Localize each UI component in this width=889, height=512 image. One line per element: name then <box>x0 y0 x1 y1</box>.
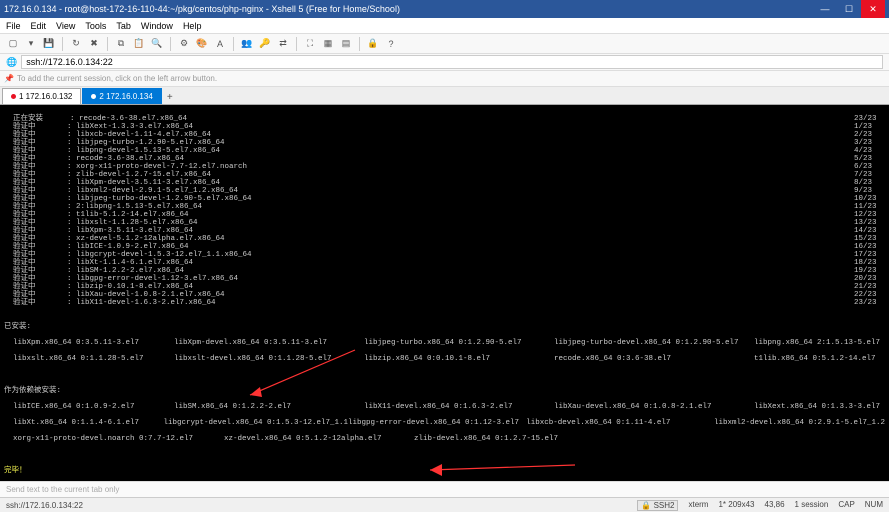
key-icon[interactable]: 🔑 <box>258 37 272 51</box>
pin-icon[interactable]: 📌 <box>4 74 14 84</box>
toolbar-separator <box>359 37 360 51</box>
help-icon[interactable]: ? <box>384 37 398 51</box>
copy-icon[interactable]: ⧉ <box>114 37 128 51</box>
session-tab-2[interactable]: 2 172.16.0.134 <box>82 88 161 104</box>
send-input-placeholder: Send text to the current tab only <box>6 485 119 494</box>
lock-icon[interactable]: 🔒 <box>366 37 380 51</box>
menu-tab[interactable]: Tab <box>116 21 131 31</box>
status-numlock: NUM <box>865 500 883 511</box>
session-tab-label: 1 172.16.0.132 <box>19 92 72 101</box>
font-icon[interactable]: A <box>213 37 227 51</box>
toolbar-separator <box>170 37 171 51</box>
disconnect-icon[interactable]: ✖ <box>87 37 101 51</box>
session-tabbar: 1 172.16.0.132 2 172.16.0.134 + <box>0 87 889 105</box>
status-cursor-pos: 43,86 <box>765 500 785 511</box>
address-input[interactable]: ssh://172.16.0.134:22 <box>21 55 883 69</box>
status-session-count: 1 session <box>795 500 829 511</box>
toolbar-separator <box>107 37 108 51</box>
paste-icon[interactable]: 📋 <box>132 37 146 51</box>
users-icon[interactable]: 👥 <box>240 37 254 51</box>
status-size: 1* 209x43 <box>718 500 754 511</box>
menu-view[interactable]: View <box>56 21 75 31</box>
status-capslock: CAP <box>838 500 854 511</box>
menu-edit[interactable]: Edit <box>31 21 47 31</box>
properties-icon[interactable]: ⚙ <box>177 37 191 51</box>
add-tab-button[interactable]: + <box>163 90 177 104</box>
transfer-icon[interactable]: ⇄ <box>276 37 290 51</box>
session-tab-1[interactable]: 1 172.16.0.132 <box>2 88 81 104</box>
status-ssh: 🔒 SSH2 <box>637 500 678 511</box>
cascade-icon[interactable]: ▤ <box>339 37 353 51</box>
color-icon[interactable]: 🎨 <box>195 37 209 51</box>
reconnect-icon[interactable]: ↻ <box>69 37 83 51</box>
send-input-bar[interactable]: Send text to the current tab only <box>0 481 889 497</box>
menu-file[interactable]: File <box>6 21 21 31</box>
toolbar-separator <box>233 37 234 51</box>
open-session-icon[interactable]: ▾ <box>24 37 38 51</box>
status-connection: ssh://172.16.0.134:22 <box>6 501 83 510</box>
installed-header: 已安装: <box>4 323 174 331</box>
address-bar: 🌐 ssh://172.16.0.134:22 <box>0 54 889 71</box>
window-titlebar: 172.16.0.134 - root@host-172-16-110-44:~… <box>0 0 889 18</box>
find-icon[interactable]: 🔍 <box>150 37 164 51</box>
window-minimize-button[interactable]: — <box>813 0 837 18</box>
deps-header: 作为依赖被安装: <box>4 387 61 395</box>
link-bar-hint: To add the current session, click on the… <box>17 74 217 83</box>
menu-window[interactable]: Window <box>141 21 173 31</box>
done-label: 完毕！ <box>4 467 27 475</box>
status-dot-icon <box>11 94 16 99</box>
status-bar: ssh://172.16.0.134:22 🔒 SSH2 xterm 1* 20… <box>0 497 889 512</box>
link-bar: 📌 To add the current session, click on t… <box>0 71 889 87</box>
window-close-button[interactable]: ✕ <box>861 0 885 18</box>
window-title: 172.16.0.134 - root@host-172-16-110-44:~… <box>4 4 813 14</box>
toolbar-separator <box>296 37 297 51</box>
new-session-icon[interactable]: ▢ <box>6 37 20 51</box>
session-tab-label: 2 172.16.0.134 <box>99 92 152 101</box>
menubar: File Edit View Tools Tab Window Help <box>0 18 889 34</box>
toolbar-separator <box>62 37 63 51</box>
menu-tools[interactable]: Tools <box>85 21 106 31</box>
save-icon[interactable]: 💾 <box>42 37 56 51</box>
window-maximize-button[interactable]: ☐ <box>837 0 861 18</box>
fullscreen-icon[interactable]: ⛶ <box>303 37 317 51</box>
toolbar: ▢ ▾ 💾 ↻ ✖ ⧉ 📋 🔍 ⚙ 🎨 A 👥 🔑 ⇄ ⛶ ▦ ▤ 🔒 ? <box>0 34 889 54</box>
status-dot-icon <box>91 94 96 99</box>
terminal-output[interactable]: 正在安装 : recode-3.6-38.el7.x86_6423/23 验证中… <box>0 105 889 481</box>
menu-help[interactable]: Help <box>183 21 202 31</box>
tile-icon[interactable]: ▦ <box>321 37 335 51</box>
status-term: xterm <box>688 500 708 511</box>
globe-icon: 🌐 <box>6 57 17 68</box>
